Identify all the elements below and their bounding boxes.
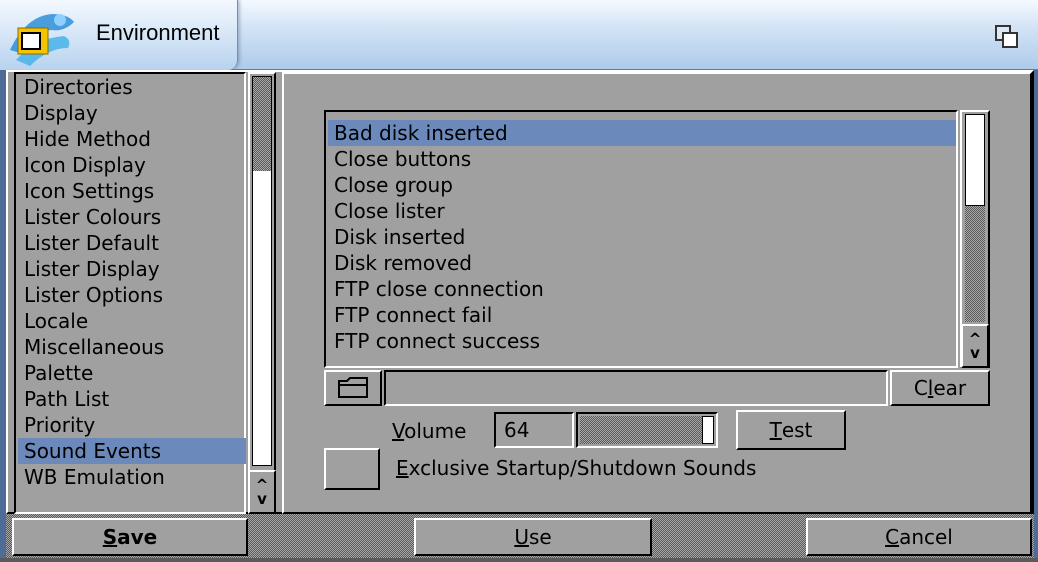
event-item-ftp-connect-fail[interactable]: FTP connect fail — [328, 302, 956, 328]
category-list[interactable]: Directories Display Hide Method Icon Dis… — [14, 72, 246, 514]
environment-app-icon — [6, 8, 78, 68]
window-title: Environment — [96, 20, 220, 45]
exclusive-sounds-checkbox[interactable] — [324, 448, 380, 490]
save-label-key: S — [102, 525, 118, 549]
category-item-lister-colours[interactable]: Lister Colours — [18, 204, 246, 230]
exclusive-sounds-label: Exclusive Startup/Shutdown Sounds — [396, 453, 756, 483]
category-item-locale[interactable]: Locale — [18, 308, 246, 334]
volume-input[interactable]: 64 — [494, 412, 574, 448]
save-button[interactable]: Save — [12, 518, 248, 556]
category-item-icon-display[interactable]: Icon Display — [18, 152, 246, 178]
category-item-miscellaneous[interactable]: Miscellaneous — [18, 334, 246, 360]
exclusive-label-post: xclusive Startup/Shutdown Sounds — [408, 456, 757, 480]
sound-file-path-field[interactable] — [384, 370, 888, 406]
event-item-bad-disk-inserted[interactable]: Bad disk inserted — [328, 120, 956, 146]
category-item-hide-method[interactable]: Hide Method — [18, 126, 246, 152]
category-item-lister-default[interactable]: Lister Default — [18, 230, 246, 256]
event-item-close-buttons[interactable]: Close buttons — [328, 146, 956, 172]
category-scroll-arrows[interactable]: ^ v — [248, 470, 276, 514]
test-label-key: T — [769, 418, 782, 442]
events-scroll-arrows[interactable]: ^ v — [961, 324, 989, 368]
category-item-icon-settings[interactable]: Icon Settings — [18, 178, 246, 204]
volume-label: Volume — [392, 414, 466, 448]
category-item-wb-emulation[interactable]: WB Emulation — [18, 464, 246, 490]
scroll-down-icon[interactable]: v — [257, 492, 267, 507]
category-item-lister-display[interactable]: Lister Display — [18, 256, 246, 282]
window-depth-icon[interactable] — [994, 24, 1020, 50]
events-scrollbar-knob[interactable] — [965, 114, 985, 206]
scroll-down-icon[interactable]: v — [970, 346, 980, 361]
category-item-directories[interactable]: Directories — [18, 74, 246, 100]
event-item-close-lister[interactable]: Close lister — [328, 198, 956, 224]
cancel-button[interactable]: Cancel — [806, 518, 1032, 556]
window-border-bottom — [0, 558, 1038, 562]
test-label-post: est — [781, 418, 813, 442]
event-item-disk-inserted[interactable]: Disk inserted — [328, 224, 956, 250]
clear-label-post: ear — [933, 376, 967, 400]
cancel-label-key: C — [885, 525, 900, 549]
exclusive-label-key: E — [396, 456, 409, 480]
use-button[interactable]: Use — [414, 518, 652, 556]
browse-folder-button[interactable] — [324, 370, 382, 406]
category-item-display[interactable]: Display — [18, 100, 246, 126]
category-item-lister-options[interactable]: Lister Options — [18, 282, 246, 308]
events-scrollbar-track[interactable] — [965, 206, 985, 322]
category-item-palette[interactable]: Palette — [18, 360, 246, 386]
folder-icon — [338, 377, 368, 398]
volume-label-post: olume — [404, 419, 467, 443]
volume-slider-knob[interactable] — [702, 416, 714, 444]
use-label-post: se — [528, 525, 552, 549]
volume-slider-fill[interactable] — [580, 416, 704, 444]
clear-label-pre: C — [913, 376, 928, 400]
event-item-disk-removed[interactable]: Disk removed — [328, 250, 956, 276]
window-border-right — [1034, 70, 1038, 562]
sound-events-list[interactable]: Bad disk inserted Close buttons Close gr… — [324, 110, 958, 368]
category-scrollbar-track[interactable] — [253, 77, 271, 171]
event-item-ftp-connect-success[interactable]: FTP connect success — [328, 328, 956, 354]
clear-button[interactable]: Cl ear — [890, 370, 990, 406]
event-item-ftp-close-connection[interactable]: FTP close connection — [328, 276, 956, 302]
event-item-close-group[interactable]: Close group — [328, 172, 956, 198]
save-label-post: ave — [117, 525, 158, 549]
category-item-path-list[interactable]: Path List — [18, 386, 246, 412]
use-label-key: U — [514, 525, 529, 549]
sound-file-path-value — [386, 376, 392, 400]
category-item-sound-events[interactable]: Sound Events — [18, 438, 246, 464]
volume-label-key: V — [392, 419, 405, 443]
test-button[interactable]: Test — [736, 410, 846, 450]
cancel-label-post: ancel — [899, 525, 953, 549]
category-item-priority[interactable]: Priority — [18, 412, 246, 438]
